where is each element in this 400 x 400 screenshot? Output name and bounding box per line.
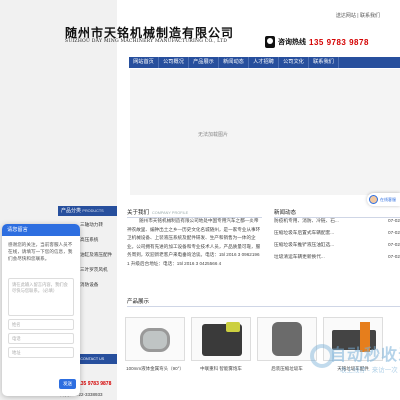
nav-culture[interactable]: 公司文化 xyxy=(279,57,309,68)
list-item[interactable]: 压缩垃圾车后置式车辆配套... 07-02 xyxy=(274,230,400,242)
nav-news[interactable]: 新闻动态 xyxy=(219,57,249,68)
machine-shape xyxy=(202,322,242,356)
news-item-date: 07-02 xyxy=(388,254,400,259)
products-header: 产品展示 xyxy=(127,297,400,307)
top-links[interactable]: 送达网站 | 联系我们 xyxy=(336,12,380,19)
news-item-date: 07-02 xyxy=(388,242,400,247)
news-item-title[interactable]: 压缩垃圾车推铲液压油缸选... xyxy=(274,242,374,254)
online-service-button[interactable]: 在线客服 xyxy=(367,193,400,206)
online-service-label: 在线客服 xyxy=(380,196,396,202)
sidebar-item[interactable]: 三叶罗茨风机 xyxy=(80,267,112,282)
news-item-title[interactable]: 压缩垃圾车后置式车辆配套... xyxy=(274,230,374,242)
about-text: 随州市天铭机械制造有限公司地处中国专用汽车之都—炎帝神农故里、编钟出土之乡—历史… xyxy=(127,218,261,266)
nav-products[interactable]: 产品展示 xyxy=(189,57,219,68)
news-item-date: 07-02 xyxy=(388,218,400,223)
product-image[interactable] xyxy=(191,317,251,361)
pipe-elbow-shape xyxy=(140,328,170,352)
message-textarea[interactable]: 请在此输入留言内容，我们会尽快与您联系。（必填） xyxy=(8,278,74,316)
news-item-title[interactable]: 垃圾清运车辆更新换代... xyxy=(274,254,374,266)
news-header: 新闻动态 xyxy=(274,208,400,218)
machine-shape xyxy=(272,322,302,356)
phone-icon xyxy=(265,36,275,48)
product-category-en: PRODUCTS xyxy=(82,209,104,213)
top-links-text[interactable]: 送达网站 | 联系我们 xyxy=(336,13,380,19)
product-card[interactable]: 中联重科 智能雾炮车 xyxy=(191,317,251,372)
nav-jobs[interactable]: 人才招聘 xyxy=(249,57,279,68)
list-item[interactable]: 垃圾清运车辆更新换代... 07-02 xyxy=(274,254,400,266)
hotline: 咨询热线 135 9783 9878 xyxy=(265,36,369,48)
about-subtitle: COMPANY PROFILE xyxy=(152,211,189,215)
company-name-en: SUIZHOU DAY MING MACHINERY MANUFACTURING… xyxy=(65,39,228,44)
watermark-subtitle: 收上线存 - 来访一次 - 自动收录 xyxy=(340,367,400,374)
hotline-number: 135 9783 9878 xyxy=(309,37,369,47)
hotline-label: 咨询热线 xyxy=(278,39,306,46)
watermark: 自动秒收录 收上线存 - 来访一次 - 自动收录 xyxy=(300,338,400,378)
phone-input[interactable]: 电话 xyxy=(8,333,74,344)
news-item-title[interactable]: 防疫机专用、消防、冷链、石... xyxy=(274,218,374,230)
nav-company[interactable]: 公司概况 xyxy=(159,57,189,68)
banner-alt-text: 无法加载图片 xyxy=(198,132,229,138)
sidebar-item[interactable]: 消防设备 xyxy=(80,282,112,297)
product-card[interactable]: 100mm液体金属弯头（90°） xyxy=(125,317,185,372)
sidebar-item[interactable]: 高压系统 xyxy=(80,237,112,252)
sidebar-phone: 135 9783 9878 xyxy=(78,381,112,387)
page: 送达网站 | 联系我们 咨询热线 135 9783 9878 网站首页 公司概况… xyxy=(0,0,400,400)
news-title: 新闻动态 xyxy=(274,210,297,216)
sidebar-item[interactable]: 油缸及液压配件 xyxy=(80,252,112,267)
nav-home[interactable]: 网站首页 xyxy=(129,57,159,68)
dialog-message: 感谢您的关注，当前客服人员不在线，请填写一下您的信息，我们会尽快和您联系。 xyxy=(8,242,73,261)
product-caption[interactable]: 中联重科 智能雾炮车 xyxy=(191,366,251,372)
message-dialog: 请您留言 感谢您的关注，当前客服人员不在线，请填写一下您的信息，我们会尽快和您联… xyxy=(2,224,80,396)
banner: 无法加载图片 xyxy=(130,69,400,195)
name-input[interactable]: 姓名 xyxy=(8,319,74,330)
sidebar-item[interactable]: 三轴动力转 xyxy=(80,222,112,237)
product-category-header: 产品分类 PRODUCTS xyxy=(58,206,117,216)
send-button[interactable]: 发送 xyxy=(59,379,76,389)
sidebar-list: 三轴动力转 高压系统 油缸及液压配件 三叶罗茨风机 消防设备 xyxy=(80,222,112,297)
address-input[interactable]: 地址 xyxy=(8,347,74,358)
products-title: 产品展示 xyxy=(127,299,150,305)
agent-avatar-icon xyxy=(369,195,378,204)
product-category-title: 产品分类 xyxy=(61,208,82,214)
nav-contact[interactable]: 联系我们 xyxy=(309,57,339,68)
watermark-title: 自动秒收录 xyxy=(330,347,400,364)
news-item-date: 07-02 xyxy=(388,230,400,235)
list-item[interactable]: 压缩垃圾车推铲液压油缸选... 07-02 xyxy=(274,242,400,254)
product-caption[interactable]: 100mm液体金属弯头（90°） xyxy=(125,366,185,372)
list-item[interactable]: 防疫机专用、消防、冷链、石... 07-02 xyxy=(274,218,400,230)
about-title: 关于我们 xyxy=(127,210,150,216)
contact-en: CONTACT US xyxy=(80,357,105,361)
main-nav: 网站首页 公司概况 产品展示 新闻动态 人才招聘 公司文化 联系我们 xyxy=(129,57,400,68)
dialog-title[interactable]: 请您留言 xyxy=(2,224,80,236)
product-image[interactable] xyxy=(125,317,185,361)
news-list: 防疫机专用、消防、冷链、石... 07-02 压缩垃圾车后置式车辆配套... 07-… xyxy=(274,218,400,266)
